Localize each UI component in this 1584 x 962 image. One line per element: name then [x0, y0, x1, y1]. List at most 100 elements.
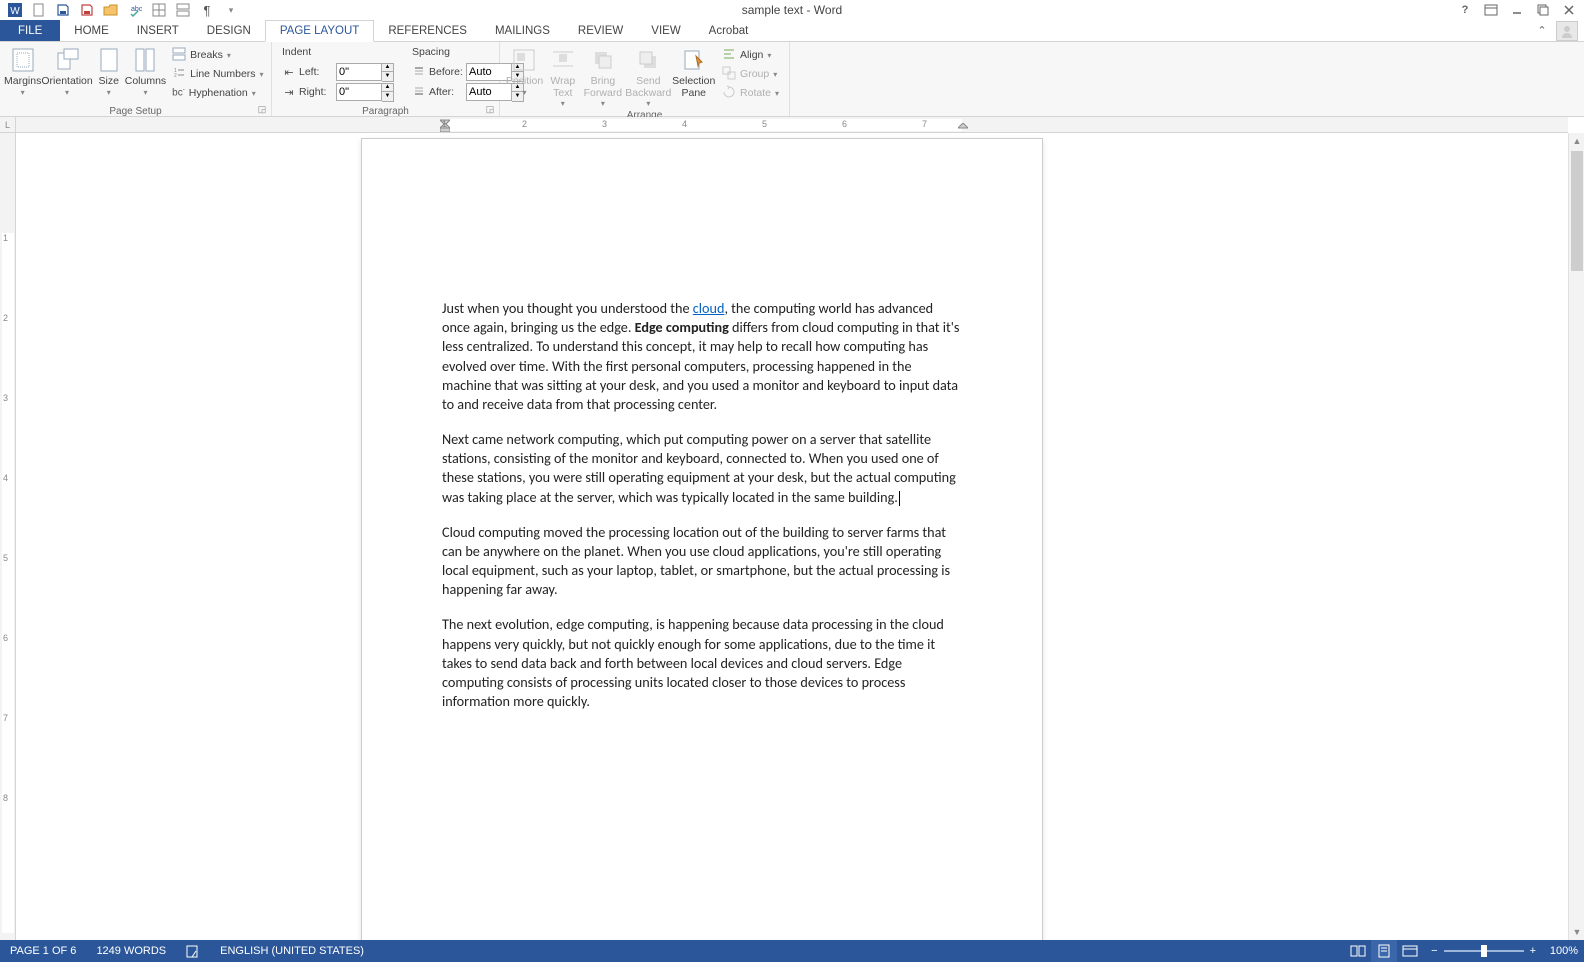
scroll-up-icon[interactable]: ▲ — [1569, 133, 1584, 149]
align-button[interactable]: Align▾ — [718, 46, 783, 64]
ruler-tick: 2 — [522, 119, 527, 129]
bring-forward-button: Bring Forward▾ — [581, 44, 626, 108]
selection-pane-button[interactable]: Selection Pane — [672, 44, 717, 99]
tab-insert[interactable]: INSERT — [123, 20, 193, 41]
line-numbers-icon: 12 — [172, 66, 186, 83]
minimize-button[interactable] — [1506, 1, 1528, 19]
line-numbers-button[interactable]: 12Line Numbers▾ — [168, 65, 267, 83]
rotate-button: Rotate▾ — [718, 84, 783, 102]
page-setup-launcher[interactable]: ◲ — [256, 104, 268, 116]
margins-button[interactable]: Margins ▾ — [4, 44, 41, 97]
tab-page-layout[interactable]: PAGE LAYOUT — [265, 20, 374, 42]
tab-design[interactable]: DESIGN — [193, 20, 265, 41]
scroll-thumb[interactable] — [1571, 151, 1583, 271]
close-button[interactable] — [1558, 1, 1580, 19]
status-language[interactable]: ENGLISH (UNITED STATES) — [210, 940, 374, 962]
status-proofing[interactable] — [176, 940, 210, 962]
ruler-tick: 6 — [3, 633, 8, 643]
split-icon[interactable] — [172, 1, 194, 19]
titlebar: W abc ¶ ▾ sample text - Word ? — [0, 0, 1584, 20]
qat-customize-icon[interactable]: ▾ — [220, 1, 242, 19]
ribbon-display-button[interactable] — [1480, 1, 1502, 19]
ruler-tick: 3 — [3, 393, 8, 403]
group-page-setup: Margins ▾ Orientation ▾ Size ▾ Columns ▾… — [0, 42, 272, 116]
web-layout-button[interactable] — [1397, 940, 1423, 962]
chevron-down-icon: ▾ — [65, 88, 69, 97]
tab-selector[interactable]: L — [0, 117, 16, 133]
tab-home[interactable]: HOME — [60, 20, 123, 41]
spin-up-icon[interactable]: ▲ — [382, 64, 393, 73]
tab-file[interactable]: FILE — [0, 20, 60, 41]
ruler-tick: 7 — [3, 713, 8, 723]
horizontal-ruler[interactable]: 1234567 — [16, 117, 1568, 133]
zoom-slider[interactable]: − + — [1423, 945, 1544, 957]
spin-down-icon[interactable]: ▼ — [382, 92, 393, 101]
zoom-handle[interactable] — [1481, 945, 1487, 957]
cloud-link[interactable]: cloud — [693, 299, 725, 317]
save-icon[interactable] — [52, 1, 74, 19]
tab-mailings[interactable]: MAILINGS — [481, 20, 564, 41]
read-mode-button[interactable] — [1345, 940, 1371, 962]
ruler-tick: 4 — [682, 119, 687, 129]
tab-view[interactable]: VIEW — [637, 20, 694, 41]
user-avatar[interactable] — [1556, 21, 1578, 41]
spelling-icon[interactable]: abc — [124, 1, 146, 19]
open-folder-icon[interactable] — [100, 1, 122, 19]
chevron-down-icon: ▾ — [143, 88, 147, 97]
columns-button[interactable]: Columns ▾ — [125, 44, 166, 97]
zoom-in-button[interactable]: + — [1530, 945, 1536, 957]
breaks-icon — [172, 47, 186, 64]
status-page[interactable]: PAGE 1 OF 6 — [0, 940, 86, 962]
vertical-scrollbar[interactable]: ▲ ▼ — [1568, 133, 1584, 940]
hyphenation-button[interactable]: bc-Hyphenation▾ — [168, 84, 267, 102]
right-indent-marker[interactable] — [958, 123, 968, 133]
ruler-tick: 5 — [762, 119, 767, 129]
tab-acrobat[interactable]: Acrobat — [695, 20, 763, 41]
size-button[interactable]: Size ▾ — [93, 44, 125, 97]
zoom-out-button[interactable]: − — [1431, 945, 1437, 957]
ruler-tick: 5 — [3, 553, 8, 563]
chevron-down-icon: ▾ — [21, 88, 25, 97]
status-bar: PAGE 1 OF 6 1249 WORDS ENGLISH (UNITED S… — [0, 940, 1584, 962]
svg-text:2: 2 — [174, 73, 177, 79]
tab-review[interactable]: REVIEW — [564, 20, 637, 41]
table-icon[interactable] — [148, 1, 170, 19]
columns-icon — [129, 46, 161, 74]
chevron-down-icon: ▾ — [227, 51, 231, 60]
selection-pane-icon — [678, 46, 710, 74]
ruler-tick: 3 — [602, 119, 607, 129]
spin-down-icon[interactable]: ▼ — [382, 72, 393, 81]
ribbon-tabs: FILE HOME INSERT DESIGN PAGE LAYOUT REFE… — [0, 20, 1584, 42]
print-layout-button[interactable] — [1371, 940, 1397, 962]
new-doc-icon[interactable] — [28, 1, 50, 19]
tab-references[interactable]: REFERENCES — [374, 20, 481, 41]
scroll-down-icon[interactable]: ▼ — [1569, 924, 1584, 940]
orientation-button[interactable]: Orientation ▾ — [41, 44, 92, 97]
indent-left-input[interactable]: ▲▼ — [336, 63, 394, 82]
group-icon — [722, 66, 736, 83]
word-icon[interactable]: W — [4, 1, 26, 19]
zoom-value[interactable]: 100% — [1544, 945, 1584, 957]
paragraph-launcher[interactable]: ◲ — [484, 104, 496, 116]
hyphenation-icon: bc- — [172, 87, 185, 98]
maximize-button[interactable] — [1532, 1, 1554, 19]
rotate-icon — [722, 85, 736, 102]
paragraph-marks-icon[interactable]: ¶ — [196, 1, 218, 19]
indent-left-icon: ⇤ — [282, 66, 296, 79]
ruler-tick: 2 — [3, 313, 8, 323]
workspace: L 1234567 12345678 Just when you thought… — [0, 117, 1584, 940]
breaks-button[interactable]: Breaks▾ — [168, 46, 267, 64]
help-button[interactable]: ? — [1454, 1, 1476, 19]
indent-right-input[interactable]: ▲▼ — [336, 83, 394, 102]
orientation-icon — [51, 46, 83, 74]
save-send-icon[interactable] — [76, 1, 98, 19]
zoom-track[interactable] — [1444, 950, 1524, 952]
send-backward-button: Send Backward▾ — [625, 44, 671, 108]
spin-up-icon[interactable]: ▲ — [382, 84, 393, 93]
vertical-ruler[interactable]: 12345678 — [0, 133, 16, 940]
document-area[interactable]: Just when you thought you understood the… — [16, 133, 1568, 940]
page-body-text[interactable]: Just when you thought you understood the… — [442, 299, 962, 727]
collapse-ribbon-icon[interactable]: ⌃ — [1532, 24, 1552, 37]
ruler-tick: 1 — [442, 119, 447, 129]
status-words[interactable]: 1249 WORDS — [86, 940, 176, 962]
